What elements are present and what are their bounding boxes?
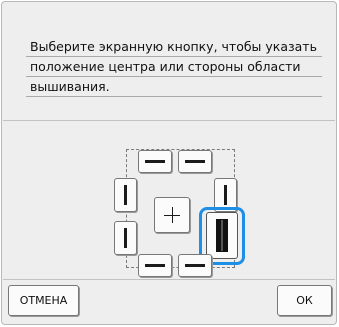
ok-button[interactable]: ОК: [277, 285, 332, 316]
crosshair-icon-vertical: [171, 207, 173, 223]
cancel-button[interactable]: ОТМЕНА: [8, 285, 79, 316]
left-lower-edge-button[interactable]: [114, 221, 137, 255]
bottom-right-edge-button[interactable]: [178, 254, 212, 277]
left-upper-edge-button[interactable]: [114, 178, 137, 212]
bold-vertical-bar-icon: [216, 219, 228, 252]
bottom-left-edge-button[interactable]: [138, 254, 172, 277]
vertical-bar-icon: [124, 228, 127, 248]
right-lower-edge-button-selected[interactable]: [206, 212, 238, 259]
top-left-edge-button[interactable]: [138, 150, 172, 173]
vertical-bar-icon: [124, 185, 127, 205]
vertical-bar-icon: [224, 185, 227, 205]
horizontal-bar-icon: [185, 264, 205, 267]
horizontal-bar-icon: [185, 160, 205, 163]
position-selector: [0, 0, 339, 327]
center-position-button[interactable]: [154, 197, 190, 233]
top-right-edge-button[interactable]: [178, 150, 212, 173]
horizontal-bar-icon: [145, 264, 165, 267]
horizontal-bar-icon: [145, 160, 165, 163]
